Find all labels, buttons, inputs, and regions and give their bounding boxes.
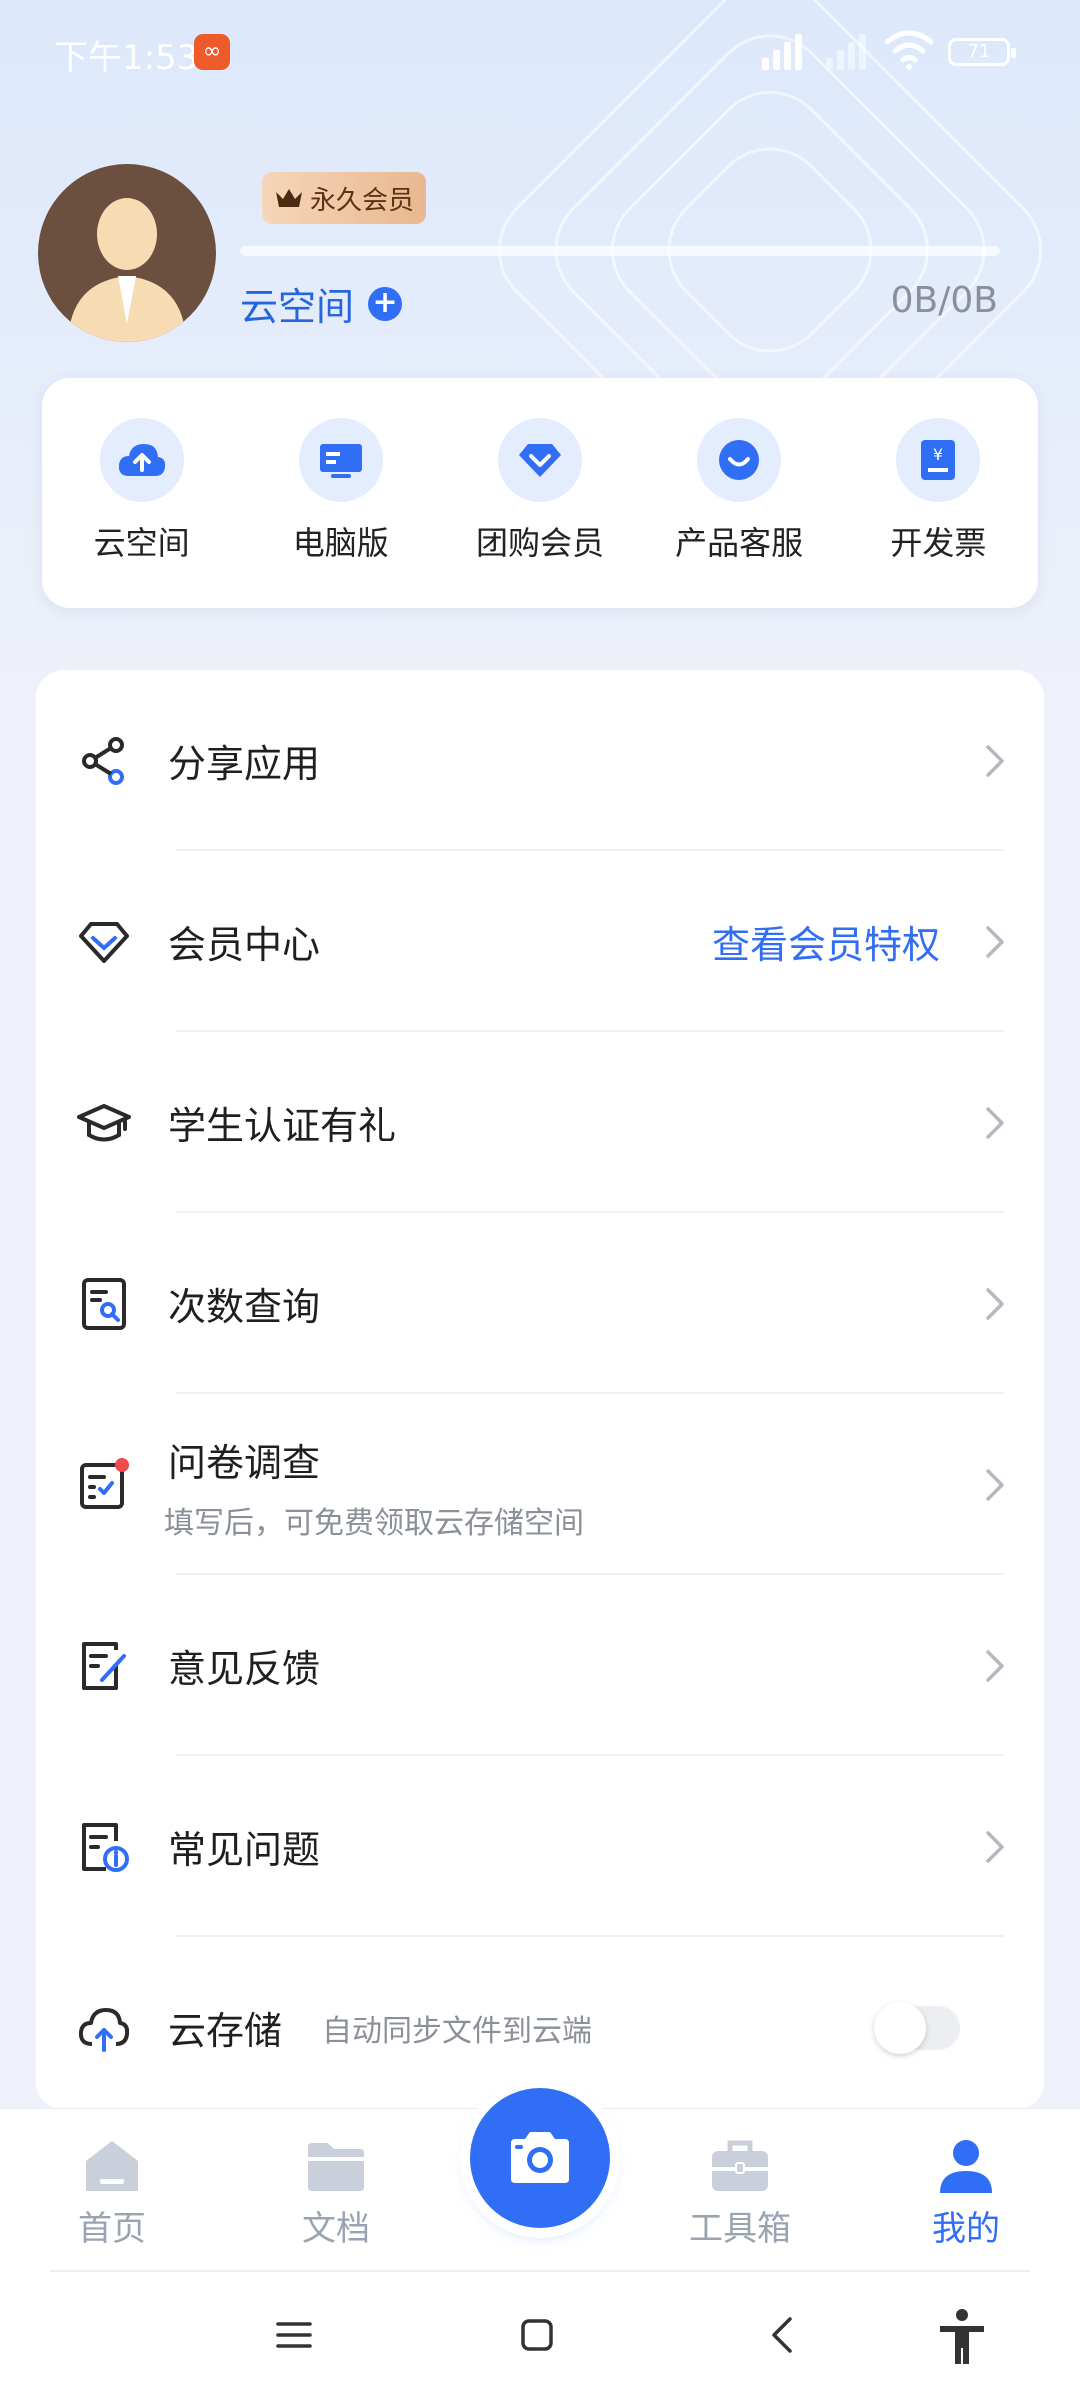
survey-icon — [80, 1457, 129, 1509]
app-notification-icon: ∞ — [194, 34, 230, 70]
menu-item-label: 会员中心 — [168, 923, 321, 967]
menu-item-label: 意见反馈 — [168, 1647, 321, 1691]
settings-list: 分享应用 会员中心 查看会员特权 学生认证有礼 次数查询 问卷调查 填写后，可免… — [36, 670, 1044, 2110]
nav-tab-toolbox[interactable]: 工具箱 — [660, 2135, 820, 2250]
nav-tab-home[interactable]: 首页 — [32, 2135, 192, 2250]
invoice-icon: ¥ — [896, 418, 981, 502]
diamond-outline-icon — [79, 921, 129, 963]
share-icon — [82, 736, 124, 785]
vip-badge[interactable]: 永久会员 — [262, 172, 427, 224]
nav-tab-mine[interactable]: 我的 — [886, 2135, 1046, 2250]
storage-usage: 0B/0B — [890, 280, 998, 321]
vip-label: 永久会员 — [310, 185, 415, 216]
menu-item-survey[interactable]: 问卷调查 填写后，可免费领取云存储空间 — [36, 1394, 1044, 1575]
user-icon — [940, 2140, 992, 2193]
cloud-sync-icon — [78, 2007, 130, 2052]
cloud-upload-icon — [99, 418, 184, 502]
nav-tab-label: 文档 — [302, 2209, 370, 2249]
signal-hd-icon — [762, 30, 802, 70]
quick-action-label: 产品客服 — [675, 524, 804, 562]
faq-icon — [82, 1822, 129, 1872]
quick-action-label: 开发票 — [890, 524, 987, 562]
menu-item-vip-center[interactable]: 会员中心 查看会员特权 — [36, 851, 1044, 1032]
quick-action-invoice[interactable]: ¥ 开发票 — [843, 418, 1033, 564]
quick-actions-card: 云空间 电脑版 团购会员 产品客服 ¥ 开发票 — [42, 378, 1038, 608]
camera-icon — [511, 2132, 569, 2183]
cloud-storage-toggle[interactable] — [874, 2001, 960, 2054]
quick-action-label: 云空间 — [93, 524, 190, 562]
back-icon[interactable] — [770, 2316, 794, 2354]
signal-icon — [826, 30, 866, 70]
avatar[interactable] — [38, 164, 216, 342]
menu-item-faq[interactable]: 常见问题 — [36, 1756, 1044, 1937]
chevron-right-icon — [986, 925, 1004, 958]
computer-icon — [298, 418, 383, 502]
cloud-space-title: 云空间 — [240, 285, 355, 329]
chevron-right-icon — [986, 1830, 1004, 1863]
crown-icon — [276, 189, 302, 207]
quick-action-customer-service[interactable]: 产品客服 — [644, 418, 834, 564]
menu-item-label: 云存储 — [168, 2009, 283, 2053]
nav-tab-label: 工具箱 — [689, 2209, 791, 2249]
feedback-icon — [82, 1641, 126, 1690]
graduation-cap-icon — [77, 1103, 131, 1141]
chevron-right-icon — [986, 1649, 1004, 1682]
quick-action-label: 团购会员 — [475, 524, 604, 562]
status-bar: 下午1:53 ∞ 71 — [0, 0, 1080, 100]
home-icon — [86, 2141, 138, 2191]
quick-action-label: 电脑版 — [292, 524, 389, 562]
menu-item-label: 常见问题 — [168, 1828, 321, 1872]
search-document-icon — [82, 1277, 126, 1330]
svg-text:¥: ¥ — [933, 445, 943, 464]
menu-item-label: 分享应用 — [168, 742, 321, 786]
cloud-storage-subtitle: 自动同步文件到云端 — [322, 2013, 592, 2049]
nav-tab-label: 我的 — [932, 2209, 1000, 2249]
menu-item-feedback[interactable]: 意见反馈 — [36, 1575, 1044, 1756]
chevron-right-icon — [986, 1287, 1004, 1320]
quick-action-cloud-space[interactable]: 云空间 — [47, 418, 237, 564]
status-time: 下午1:53 — [54, 38, 199, 78]
survey-subtitle: 填写后，可免费领取云存储空间 — [164, 1506, 584, 1541]
accessibility-icon[interactable] — [936, 2308, 988, 2366]
nav-tab-label: 首页 — [78, 2209, 146, 2249]
toolbox-icon — [712, 2140, 768, 2191]
battery-icon: 71 — [948, 38, 1016, 66]
menu-item-usage-query[interactable]: 次数查询 — [36, 1213, 1044, 1394]
folder-icon — [308, 2143, 364, 2191]
add-storage-button[interactable]: + — [368, 286, 403, 321]
menu-item-student-verification[interactable]: 学生认证有礼 — [36, 1032, 1044, 1213]
chevron-right-icon — [986, 744, 1004, 777]
view-vip-privileges-link[interactable]: 查看会员特权 — [712, 914, 940, 969]
menu-item-share-app[interactable]: 分享应用 — [36, 670, 1044, 851]
menu-item-label: 问卷调查 — [168, 1441, 321, 1485]
chevron-right-icon — [986, 1106, 1004, 1139]
home-button-icon[interactable] — [520, 2318, 554, 2352]
battery-level: 71 — [967, 41, 991, 62]
wifi-icon — [884, 30, 934, 70]
quick-action-desktop[interactable]: 电脑版 — [246, 418, 436, 564]
customer-service-icon — [697, 418, 782, 502]
menu-item-label: 学生认证有礼 — [168, 1104, 397, 1148]
cloud-space-link[interactable]: 云空间 + — [240, 276, 403, 331]
nav-tab-documents[interactable]: 文档 — [256, 2135, 416, 2250]
toggle-knob — [874, 2001, 926, 2054]
camera-scan-button[interactable] — [470, 2088, 610, 2228]
menu-icon[interactable] — [276, 2320, 312, 2350]
system-navigation-bar — [0, 2270, 1080, 2400]
quick-action-group-vip[interactable]: 团购会员 — [445, 418, 635, 564]
chevron-right-icon — [986, 1468, 1004, 1501]
storage-progress-bar — [240, 246, 1000, 256]
menu-item-label: 次数查询 — [168, 1285, 321, 1329]
diamond-icon — [497, 418, 582, 502]
